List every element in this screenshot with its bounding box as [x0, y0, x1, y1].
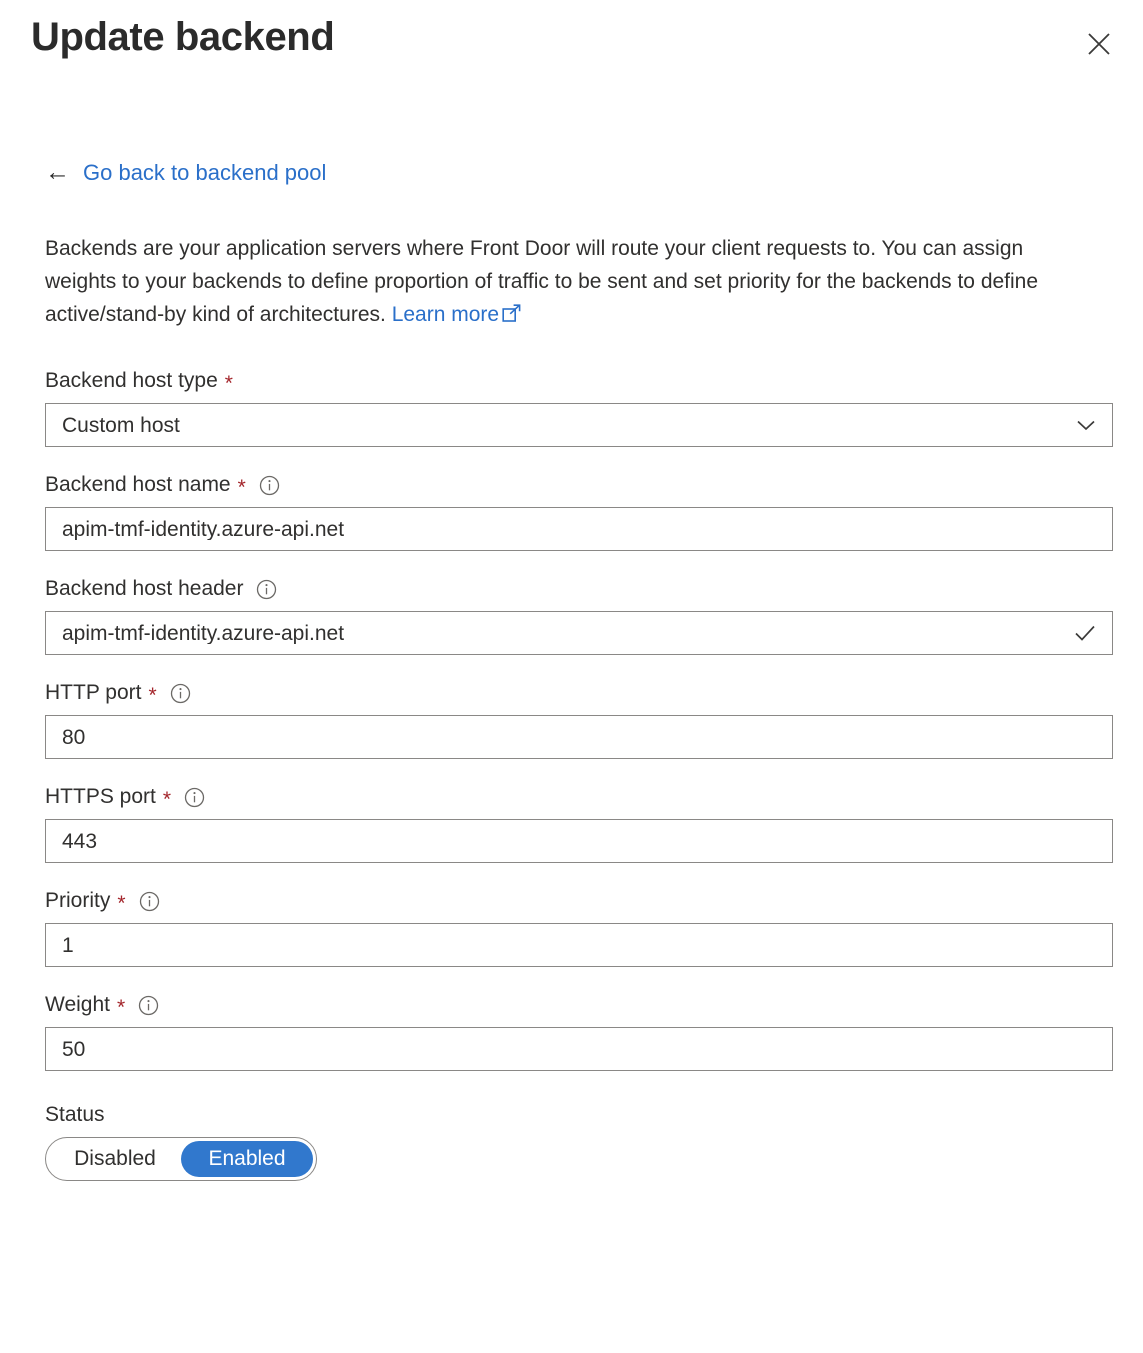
- field-backend-host-header: Backend host header apim-tmf-identity.az…: [45, 575, 1113, 655]
- backend-host-type-value: Custom host: [62, 414, 180, 436]
- label-text: Backend host name: [45, 473, 231, 496]
- info-icon[interactable]: [259, 475, 280, 496]
- priority-input[interactable]: 1: [45, 923, 1113, 967]
- status-toggle[interactable]: Disabled Enabled: [45, 1137, 317, 1181]
- backend-host-name-value: apim-tmf-identity.azure-api.net: [62, 518, 345, 540]
- go-back-to-backend-pool-link[interactable]: Go back to backend pool: [83, 160, 326, 186]
- label-http-port: HTTP port *: [45, 679, 1113, 707]
- backend-host-type-dropdown[interactable]: Custom host: [45, 403, 1113, 447]
- blade-body: ← Go back to backend pool Backends are y…: [0, 158, 1143, 1181]
- required-indicator: *: [162, 787, 172, 811]
- label-backend-host-header: Backend host header: [45, 575, 1113, 603]
- priority-value: 1: [62, 934, 74, 956]
- close-button[interactable]: [1077, 22, 1121, 66]
- description-paragraph: Backends are your application servers wh…: [45, 232, 1100, 333]
- https-port-value: 443: [62, 830, 98, 852]
- field-priority: Priority * 1: [45, 887, 1113, 967]
- label-text: Priority: [45, 889, 111, 912]
- label-priority: Priority *: [45, 887, 1113, 915]
- label-text: Status: [45, 1103, 105, 1126]
- page-title: Update backend: [31, 15, 335, 59]
- status-option-disabled[interactable]: Disabled: [49, 1141, 181, 1177]
- label-text: HTTPS port: [45, 785, 156, 808]
- info-icon[interactable]: [139, 891, 160, 912]
- label-backend-host-type: Backend host type *: [45, 367, 1113, 395]
- chevron-down-icon[interactable]: [1074, 404, 1098, 446]
- description-text: Backends are your application servers wh…: [45, 237, 1039, 326]
- close-icon: [1086, 31, 1112, 57]
- learn-more-link[interactable]: Learn more: [392, 303, 499, 326]
- info-icon[interactable]: [256, 579, 277, 600]
- backend-host-header-value: apim-tmf-identity.azure-api.net: [62, 622, 345, 644]
- field-weight: Weight * 50: [45, 991, 1113, 1071]
- field-http-port: HTTP port * 80: [45, 679, 1113, 759]
- required-indicator: *: [117, 891, 126, 915]
- external-link-icon[interactable]: [502, 300, 521, 333]
- field-status: Status Disabled Enabled: [45, 1101, 1113, 1181]
- required-indicator: *: [116, 995, 126, 1019]
- label-weight: Weight *: [45, 991, 1113, 1019]
- label-text: Weight: [45, 993, 110, 1016]
- field-backend-host-type: Backend host type * Custom host: [45, 367, 1113, 447]
- required-indicator: *: [148, 683, 157, 707]
- blade-header: Update backend: [0, 0, 1143, 92]
- weight-input[interactable]: 50: [45, 1027, 1113, 1071]
- http-port-input[interactable]: 80: [45, 715, 1113, 759]
- label-text: Backend host header: [45, 577, 244, 600]
- weight-value: 50: [62, 1038, 86, 1060]
- status-option-enabled[interactable]: Enabled: [181, 1141, 313, 1177]
- label-backend-host-name: Backend host name *: [45, 471, 1113, 499]
- field-backend-host-name: Backend host name * apim-tmf-identity.az…: [45, 471, 1113, 551]
- label-text: Backend host type: [45, 369, 218, 392]
- label-text: HTTP port: [45, 681, 142, 704]
- required-indicator: *: [237, 475, 246, 499]
- backend-host-name-input[interactable]: apim-tmf-identity.azure-api.net: [45, 507, 1113, 551]
- checkmark-icon: [1072, 612, 1098, 654]
- info-icon[interactable]: [170, 683, 191, 704]
- update-backend-blade: Update backend ← Go back to backend pool…: [0, 0, 1143, 1353]
- field-https-port: HTTPS port * 443: [45, 783, 1113, 863]
- back-arrow-icon: ←: [45, 157, 70, 186]
- https-port-input[interactable]: 443: [45, 819, 1113, 863]
- go-back-link-row[interactable]: ← Go back to backend pool: [45, 158, 1113, 188]
- info-icon[interactable]: [184, 787, 205, 808]
- http-port-value: 80: [62, 726, 86, 748]
- info-icon[interactable]: [138, 995, 159, 1016]
- backend-host-header-input[interactable]: apim-tmf-identity.azure-api.net: [45, 611, 1113, 655]
- label-https-port: HTTPS port *: [45, 783, 1113, 811]
- required-indicator: *: [224, 371, 233, 395]
- label-status: Status: [45, 1101, 1113, 1129]
